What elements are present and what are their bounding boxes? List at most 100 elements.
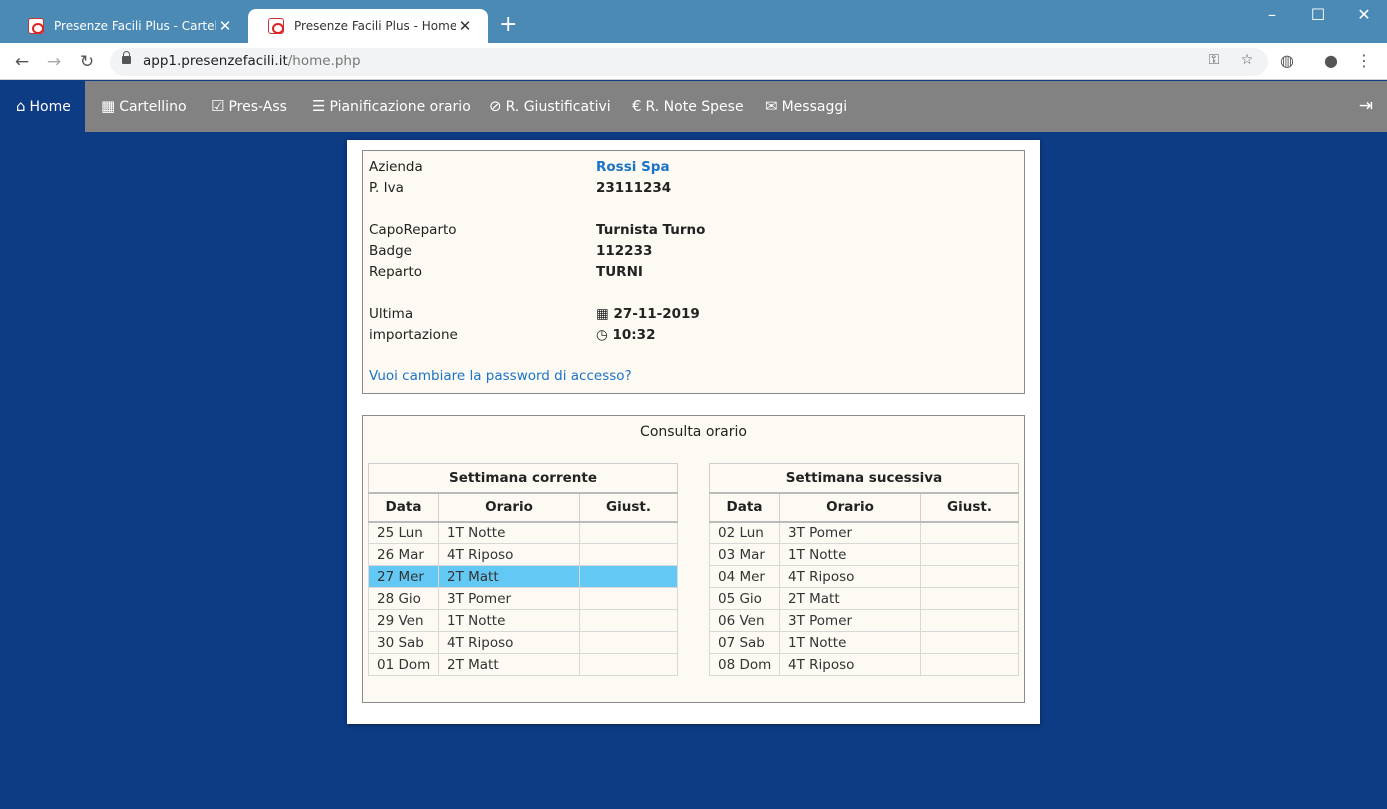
reparto-value: TURNI (596, 264, 643, 280)
tab-title: Presenze Facili Plus - Home (294, 19, 456, 33)
cell-orario: 1T Notte (779, 543, 921, 566)
check-square-icon: ☑ (211, 97, 225, 115)
cell-giust (920, 587, 1019, 610)
import-date: ▦ 27-11-2019 (596, 306, 700, 322)
cell-giust (920, 543, 1019, 566)
table-row[interactable]: 08 Dom 4T Riposo (709, 653, 1019, 676)
column-header-orario: Orario (779, 492, 921, 523)
table-row[interactable]: 30 Sab 4T Riposo (368, 631, 678, 654)
cell-data: 06 Ven (709, 609, 780, 632)
cell-giust (920, 521, 1019, 544)
envelope-icon: ✉ (765, 97, 778, 115)
table-row[interactable]: 27 Mer 2T Matt (368, 565, 678, 588)
cell-orario: 3T Pomer (779, 521, 921, 544)
paperclip-icon: ⊘ (489, 97, 502, 115)
cell-data: 03 Mar (709, 543, 780, 566)
cell-orario: 4T Riposo (779, 565, 921, 588)
table-row[interactable]: 25 Lun 1T Notte (368, 521, 678, 544)
forward-arrow-icon[interactable]: → (42, 50, 66, 74)
extension-icon[interactable]: ◍ (1276, 51, 1298, 70)
next-week-caption: Settimana sucessiva (709, 463, 1019, 494)
column-header-giust: Giust. (579, 492, 678, 523)
table-row[interactable]: 02 Lun 3T Pomer (709, 521, 1019, 544)
column-header-data: Data (368, 492, 439, 523)
new-tab-plus-icon[interactable]: + (499, 13, 517, 37)
back-arrow-icon[interactable]: ← (10, 50, 34, 74)
nav-pres-ass[interactable]: ☑ Pres-Ass (211, 81, 287, 132)
close-tab-icon[interactable]: ✕ (456, 17, 474, 35)
cell-giust (579, 631, 678, 654)
table-row[interactable]: 26 Mar 4T Riposo (368, 543, 678, 566)
star-bookmark-icon[interactable]: ☆ (1237, 52, 1257, 68)
table-row[interactable]: 28 Gio 3T Pomer (368, 587, 678, 610)
azienda-label: Azienda (369, 159, 423, 175)
logout-icon[interactable]: ⇥ (1359, 96, 1373, 116)
app-favicon-icon (268, 18, 284, 34)
browser-tab-home[interactable]: Presenze Facili Plus - Home ✕ (248, 9, 488, 43)
browser-tab-cartellino[interactable]: Presenze Facili Plus - Cartellino ✕ (8, 9, 248, 43)
nav-home[interactable]: ⌂ Home (0, 81, 85, 132)
cell-data: 25 Lun (368, 521, 439, 544)
cell-orario: 2T Matt (438, 653, 580, 676)
table-row[interactable]: 06 Ven 3T Pomer (709, 609, 1019, 632)
nav-label: Pres-Ass (228, 99, 287, 115)
cell-data: 02 Lun (709, 521, 780, 544)
url-text[interactable]: app1.presenzefacili.it/home.php (143, 53, 361, 69)
piva-value: 23111234 (596, 180, 672, 196)
consulta-orario-panel: Consulta orario Settimana corrente Data … (362, 415, 1025, 703)
table-row[interactable]: 07 Sab 1T Notte (709, 631, 1019, 654)
nav-pianificazione-orario[interactable]: ☰ Pianificazione orario (312, 81, 471, 132)
caporeparto-label: CapoReparto (369, 222, 457, 238)
cell-data: 29 Ven (368, 609, 439, 632)
home-icon: ⌂ (16, 97, 26, 115)
browser-toolbar: ← → ↻ app1.presenzefacili.it/home.php ⚿ … (0, 43, 1387, 80)
cell-data: 28 Gio (368, 587, 439, 610)
column-header-orario: Orario (438, 492, 580, 523)
nav-label: Messaggi (781, 99, 848, 115)
menu-kebab-icon[interactable]: ⋮ (1353, 51, 1375, 70)
cell-data: 26 Mar (368, 543, 439, 566)
key-icon[interactable]: ⚿ (1204, 52, 1224, 68)
home-card: Azienda Rossi Spa P. Iva 23111234 CapoRe… (347, 140, 1040, 724)
cell-giust (579, 609, 678, 632)
import-time: ◷ 10:32 (596, 327, 656, 343)
close-window-icon[interactable]: ✕ (1341, 4, 1387, 26)
cell-orario: 1T Notte (779, 631, 921, 654)
nav-messaggi[interactable]: ✉ Messaggi (765, 81, 847, 132)
browser-tab-strip: Presenze Facili Plus - Cartellino ✕ Pres… (0, 0, 1387, 43)
table-row[interactable]: 05 Gio 2T Matt (709, 587, 1019, 610)
nav-cartellino[interactable]: ▦ Cartellino (101, 81, 187, 132)
consulta-orario-title: Consulta orario (640, 424, 747, 440)
close-tab-icon[interactable]: ✕ (216, 17, 234, 35)
nav-r-giustificativi[interactable]: ⊘ R. Giustificativi (489, 81, 611, 132)
cell-data: 04 Mer (709, 565, 780, 588)
column-header-giust: Giust. (920, 492, 1019, 523)
column-header-data: Data (709, 492, 780, 523)
table-row[interactable]: 04 Mer 4T Riposo (709, 565, 1019, 588)
maximize-window-icon[interactable]: ☐ (1295, 4, 1341, 26)
piva-label: P. Iva (369, 180, 404, 196)
nav-r-note-spese[interactable]: € R. Note Spese (632, 81, 744, 132)
cell-giust (920, 609, 1019, 632)
address-bar[interactable]: app1.presenzefacili.it/home.php ⚿ ☆ (110, 48, 1268, 76)
azienda-value[interactable]: Rossi Spa (596, 159, 670, 175)
cell-orario: 2T Matt (438, 565, 580, 588)
cell-giust (920, 631, 1019, 654)
cell-giust (920, 565, 1019, 588)
cell-giust (579, 653, 678, 676)
current-week-table: Settimana corrente Data Orario Giust. 25… (368, 463, 678, 676)
minimize-window-icon[interactable]: – (1249, 4, 1295, 26)
change-password-link[interactable]: Vuoi cambiare la password di accesso? (369, 368, 632, 384)
cell-giust (579, 521, 678, 544)
cell-giust (579, 565, 678, 588)
cell-data: 05 Gio (709, 587, 780, 610)
table-row[interactable]: 01 Dom 2T Matt (368, 653, 678, 676)
reload-icon[interactable]: ↻ (75, 50, 99, 74)
profile-avatar-icon[interactable]: ● (1320, 51, 1342, 70)
cell-orario: 3T Pomer (438, 587, 580, 610)
cell-data: 08 Dom (709, 653, 780, 676)
table-row[interactable]: 03 Mar 1T Notte (709, 543, 1019, 566)
app-navbar: ⌂ Home ▦ Cartellino ☑ Pres-Ass ☰ Pianificazi… (0, 81, 1387, 132)
table-row[interactable]: 29 Ven 1T Notte (368, 609, 678, 632)
cell-giust (920, 653, 1019, 676)
